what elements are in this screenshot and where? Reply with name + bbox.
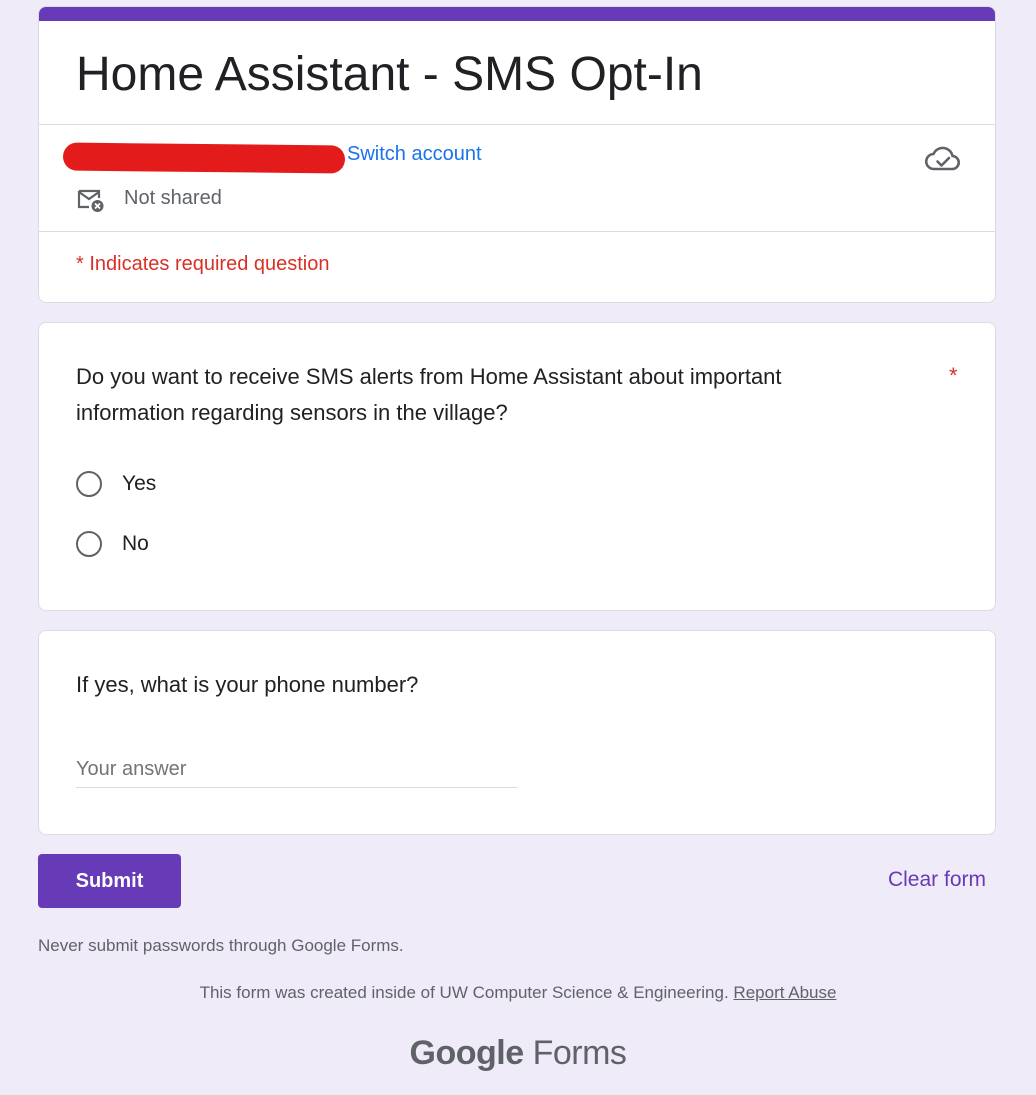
password-warning: Never submit passwords through Google Fo… xyxy=(38,936,404,955)
radio-no[interactable] xyxy=(76,531,102,557)
divider xyxy=(39,231,995,232)
question-text: If yes, what is your phone number? xyxy=(76,672,419,697)
option-label: No xyxy=(122,532,149,555)
cloud-check-icon xyxy=(925,146,961,171)
radio-yes[interactable] xyxy=(76,471,102,497)
option-yes[interactable]: Yes xyxy=(76,471,156,497)
submit-button[interactable]: Submit xyxy=(38,854,181,908)
option-label: Yes xyxy=(122,472,157,495)
question-text: Do you want to receive SMS alerts from H… xyxy=(76,364,782,425)
logo-google-text: Google xyxy=(409,1034,525,1072)
question-card-phone: If yes, what is your phone number? xyxy=(38,630,996,835)
required-note: * Indicates required question xyxy=(76,253,330,275)
clear-form-button[interactable]: Clear form xyxy=(888,868,986,892)
form-title: Home Assistant - SMS Opt-In xyxy=(76,48,703,101)
accent-bar xyxy=(39,7,995,21)
question-card-sms-alerts: Do you want to receive SMS alerts from H… xyxy=(38,322,996,611)
footer-created-text: This form was created inside of UW Compu… xyxy=(0,983,1036,1003)
switch-account-link[interactable]: Switch account xyxy=(347,143,482,166)
divider xyxy=(39,124,995,125)
created-text: This form was created inside of UW Compu… xyxy=(199,983,729,1002)
phone-answer-input[interactable] xyxy=(76,751,518,788)
form-header-card: Home Assistant - SMS Opt-In Switch accou… xyxy=(38,6,996,303)
google-forms-logo[interactable]: Google Forms xyxy=(0,1034,1036,1073)
report-abuse-link[interactable]: Report Abuse xyxy=(733,983,836,1002)
required-marker: * xyxy=(949,363,958,388)
not-shared-label: Not shared xyxy=(124,187,222,209)
logo-forms-text: Forms xyxy=(532,1034,627,1072)
redacted-email xyxy=(62,142,346,174)
option-no[interactable]: No xyxy=(76,531,149,557)
mail-not-shared-icon xyxy=(77,189,104,212)
